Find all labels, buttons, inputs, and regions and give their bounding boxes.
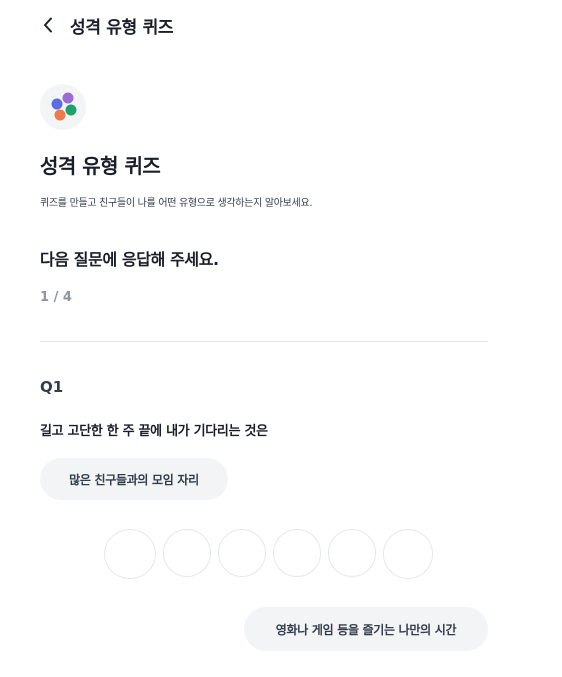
answer-scale [104, 529, 433, 579]
back-button[interactable] [40, 14, 56, 36]
quiz-title: 성격 유형 퀴즈 [40, 154, 161, 178]
quiz-description: 퀴즈를 만들고 친구들이 나를 어떤 유형으로 생각하는지 알아보세요. [40, 198, 313, 209]
header: 성격 유형 퀴즈 [40, 12, 174, 38]
question-text: 길고 고단한 한 주 끝에 내가 기다리는 것은 [40, 424, 268, 439]
progress-indicator: 1 / 4 [40, 290, 72, 305]
option-b-button[interactable]: 영화나 게임 등을 즐기는 나만의 시간 [244, 607, 488, 651]
scale-option-5[interactable] [328, 529, 376, 577]
scale-option-3[interactable] [218, 529, 266, 577]
chevron-left-icon [44, 17, 52, 33]
instruction-heading: 다음 질문에 응답해 주세요. [40, 250, 219, 269]
scale-option-1[interactable] [104, 529, 156, 579]
divider [40, 341, 488, 342]
scale-option-4[interactable] [273, 529, 321, 577]
option-a-button[interactable]: 많은 친구들과의 모임 자리 [40, 458, 228, 500]
header-title: 성격 유형 퀴즈 [70, 17, 174, 38]
scale-option-6[interactable] [383, 529, 433, 579]
scale-option-2[interactable] [163, 529, 211, 577]
question-number: Q1 [40, 378, 64, 396]
dots-icon [51, 92, 77, 121]
quiz-icon-badge [40, 84, 86, 130]
quiz-page: 성격 유형 퀴즈 성격 유형 퀴즈 퀴즈를 만들고 친구들이 나를 어떤 유형으… [0, 0, 562, 677]
